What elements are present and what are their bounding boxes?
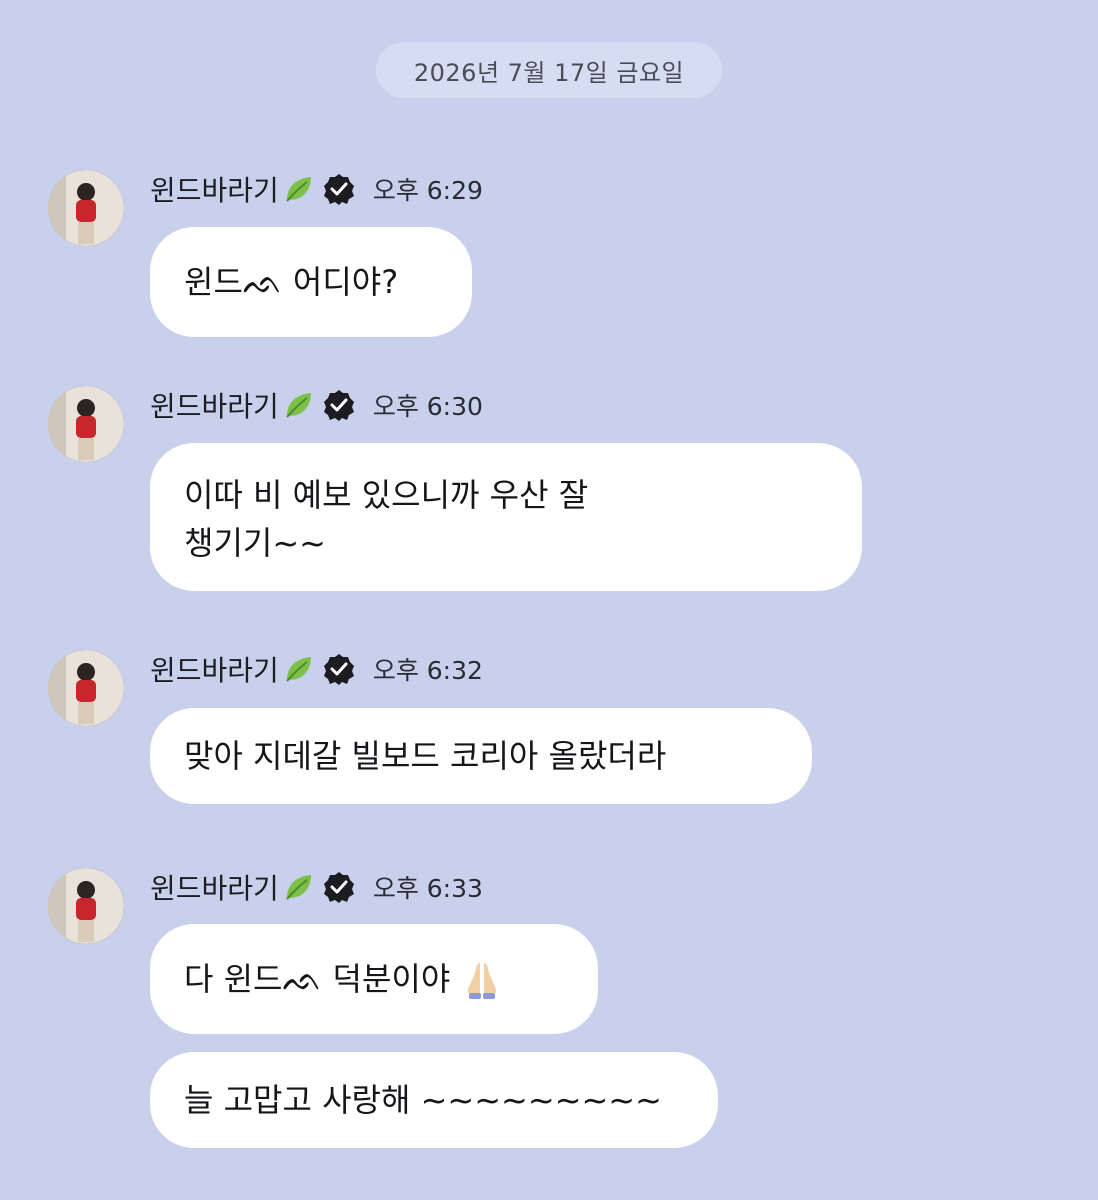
- sender-name[interactable]: 윈드바라기: [150, 385, 279, 425]
- message-text: 늘 고맙고 사랑해 ~~~~~~~~~: [184, 1081, 662, 1119]
- verified-badge-icon: [323, 389, 355, 421]
- message-time: 오후 6:29: [372, 176, 483, 205]
- date-divider: 2026년 7월 17일 금요일: [376, 42, 722, 98]
- sender-name[interactable]: 윈드바라기: [150, 867, 279, 907]
- leaf-icon: [281, 172, 315, 206]
- sender-name[interactable]: 윈드바라기: [150, 169, 279, 209]
- message-text: 다 윈드ᨒ 덕분이야: [184, 960, 451, 998]
- message-text: 이따 비 예보 있으니까 우산 잘 챙기기~~: [184, 476, 589, 562]
- avatar[interactable]: [48, 868, 124, 944]
- message-header: 윈드바라기 오후 6:32: [150, 650, 483, 688]
- verified-badge-icon: [323, 871, 355, 903]
- verified-badge-icon: [323, 173, 355, 205]
- avatar[interactable]: [48, 650, 124, 726]
- message-header: 윈드바라기 오후 6:30: [150, 386, 483, 424]
- message-bubble[interactable]: 늘 고맙고 사랑해 ~~~~~~~~~: [150, 1052, 718, 1148]
- folded-hands-icon: [460, 957, 504, 1001]
- message-header: 윈드바라기 오후 6:33: [150, 868, 483, 906]
- message-bubble[interactable]: 맞아 지데갈 빌보드 코리아 올랐더라: [150, 708, 812, 804]
- avatar[interactable]: [48, 386, 124, 462]
- message-bubble[interactable]: 윈드ᨒ 어디야?: [150, 227, 472, 337]
- message-text: 윈드ᨒ 어디야?: [184, 263, 399, 301]
- message-time: 오후 6:33: [372, 874, 483, 903]
- sender-name[interactable]: 윈드바라기: [150, 649, 279, 689]
- message-bubble[interactable]: 다 윈드ᨒ 덕분이야: [150, 924, 598, 1034]
- message-bubble[interactable]: 이따 비 예보 있으니까 우산 잘 챙기기~~: [150, 443, 862, 591]
- message-text: 맞아 지데갈 빌보드 코리아 올랐더라: [184, 737, 667, 775]
- message-time: 오후 6:30: [372, 392, 483, 421]
- leaf-icon: [281, 870, 315, 904]
- leaf-icon: [281, 652, 315, 686]
- message-header: 윈드바라기 오후 6:29: [150, 170, 483, 208]
- verified-badge-icon: [323, 653, 355, 685]
- avatar[interactable]: [48, 170, 124, 246]
- leaf-icon: [281, 388, 315, 422]
- message-time: 오후 6:32: [372, 656, 483, 685]
